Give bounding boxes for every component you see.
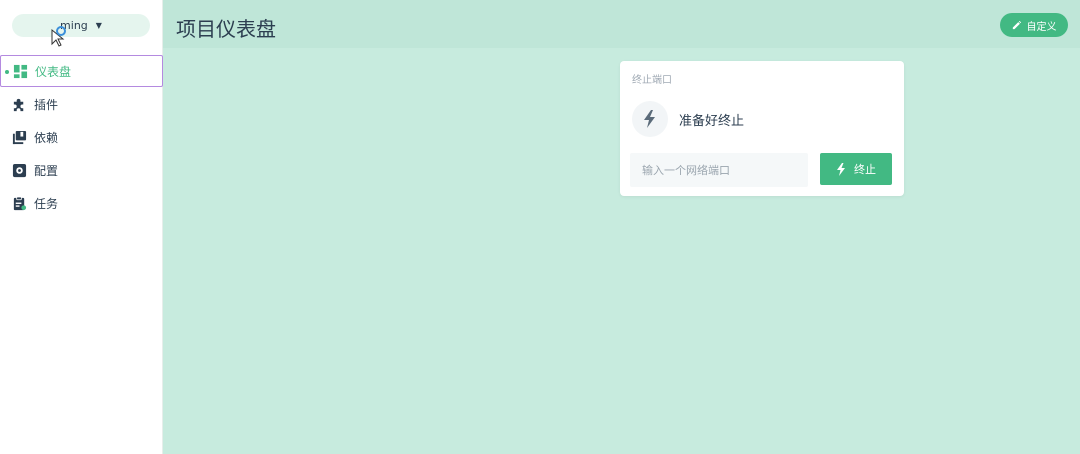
kill-button-label: 终止 <box>854 163 876 176</box>
customize-label: 自定义 <box>1026 21 1057 33</box>
widget-title: 终止端口 <box>632 75 672 86</box>
page-title: 项目仪表盘 <box>176 17 276 41</box>
sidebar-item-label: 配置 <box>34 163 59 178</box>
active-indicator <box>5 70 9 74</box>
sidebar-item-dashboard[interactable]: 仪表盘 <box>0 55 163 87</box>
status-text: 准备好终止 <box>679 114 745 129</box>
sidebar: ming ▼ 仪表盘 插件 依赖 配置 任务 <box>0 0 163 454</box>
clipboard-icon <box>12 196 27 211</box>
dashboard-icon <box>13 64 28 79</box>
main-content: 项目仪表盘 自定义 终止端口 准备好终止 终止 <box>163 0 1080 454</box>
sidebar-item-label: 依赖 <box>34 130 59 145</box>
caret-down-icon: ▼ <box>95 21 102 30</box>
sidebar-item-dependencies[interactable]: 依赖 <box>0 121 163 153</box>
sidebar-item-configuration[interactable]: 配置 <box>0 154 163 186</box>
sidebar-item-label: 任务 <box>34 196 59 211</box>
mouse-cursor-icon <box>51 26 66 47</box>
sidebar-nav: 仪表盘 插件 依赖 配置 任务 <box>0 55 163 220</box>
lightning-icon <box>632 101 668 137</box>
kill-port-widget: 终止端口 准备好终止 终止 <box>620 61 904 196</box>
sidebar-item-label: 插件 <box>34 97 59 112</box>
app-window: ming ▼ 仪表盘 插件 依赖 配置 任务 项目仪表盘 自定义 终止端口 准备… <box>0 0 1080 454</box>
pencil-icon <box>1012 20 1021 30</box>
library-icon <box>12 130 27 145</box>
sidebar-item-label: 仪表盘 <box>35 64 72 79</box>
settings-icon <box>12 163 27 178</box>
port-input[interactable] <box>630 153 808 187</box>
puzzle-icon <box>12 97 27 112</box>
top-bar: 项目仪表盘 自定义 <box>163 0 1080 48</box>
kill-button[interactable]: 终止 <box>820 153 892 185</box>
project-selector[interactable]: ming ▼ <box>12 14 150 37</box>
sidebar-item-plugins[interactable]: 插件 <box>0 88 163 120</box>
sidebar-item-tasks[interactable]: 任务 <box>0 187 163 219</box>
customize-button[interactable]: 自定义 <box>1000 13 1068 37</box>
lightning-icon <box>837 162 845 176</box>
